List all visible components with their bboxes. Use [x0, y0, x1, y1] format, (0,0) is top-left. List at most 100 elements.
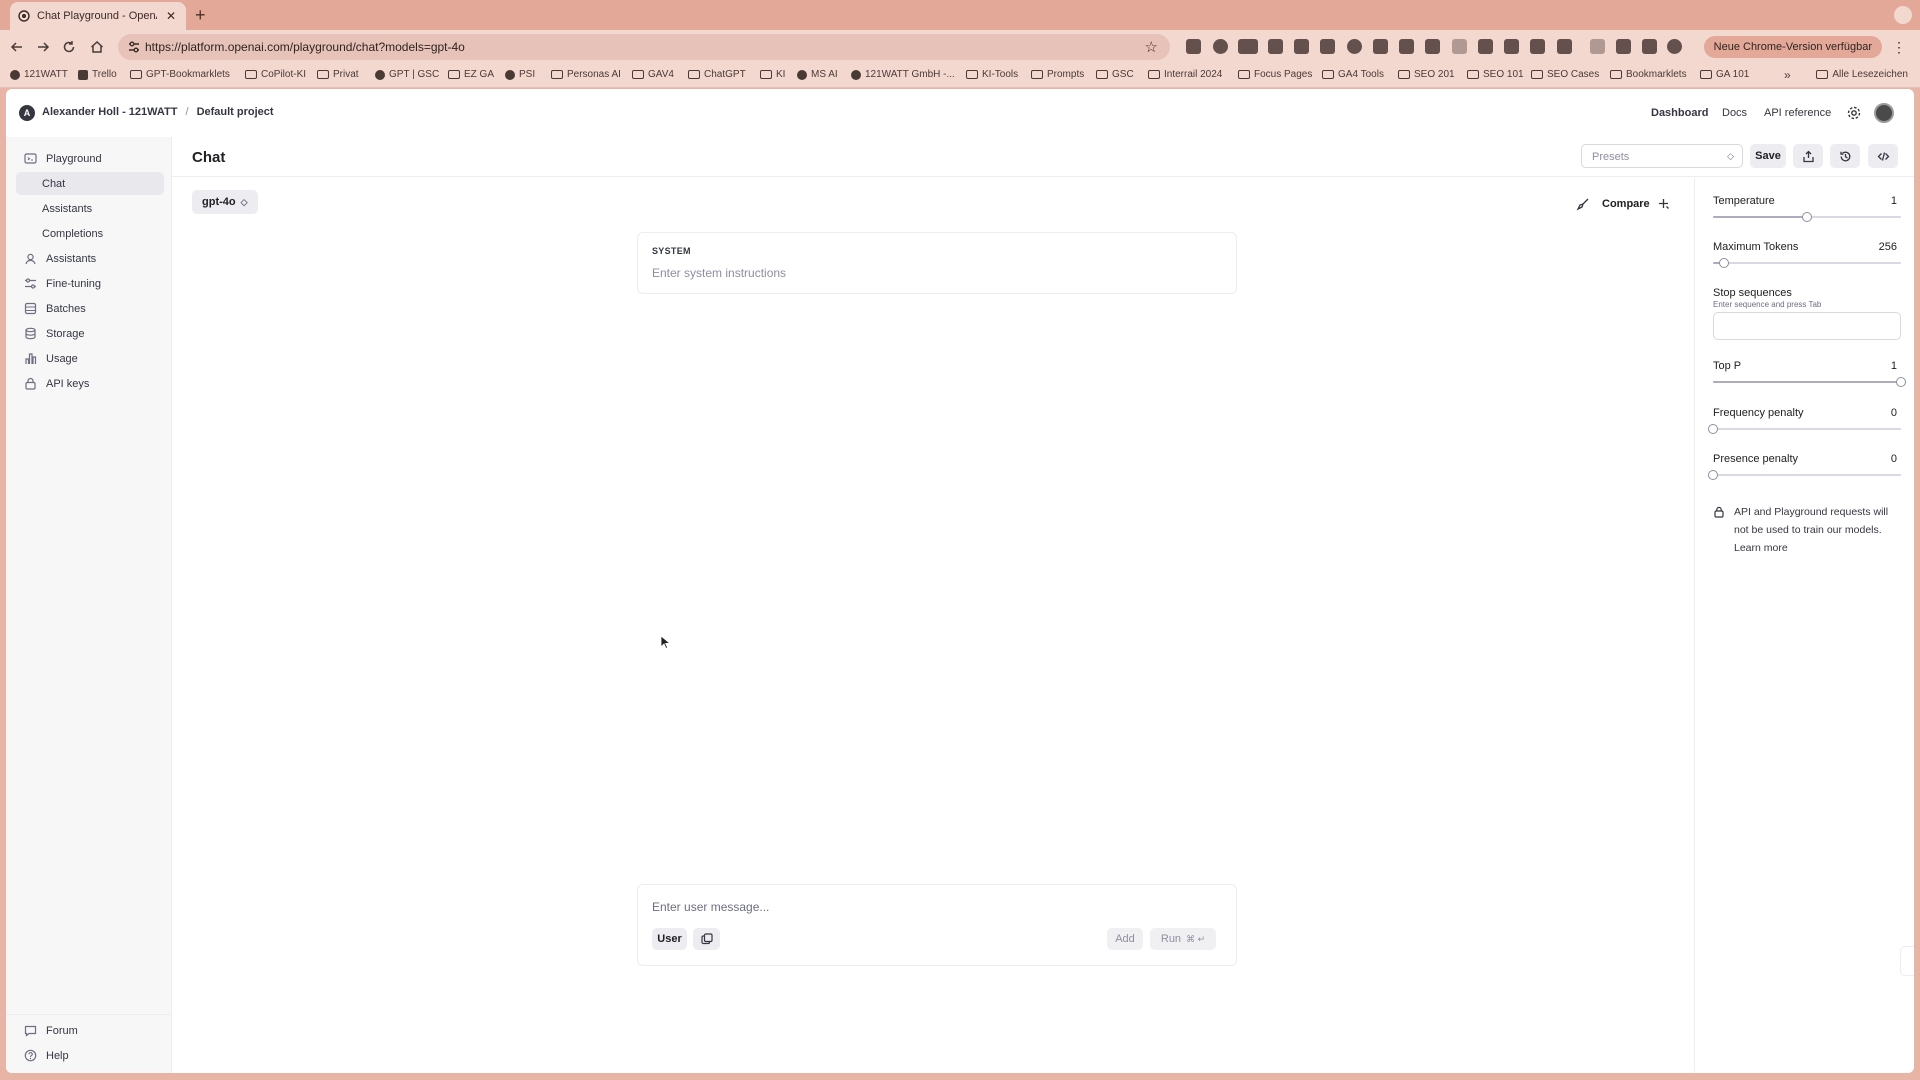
bookmark-item[interactable]: 121WATT: [10, 69, 68, 80]
bookmark-item[interactable]: Focus Pages: [1238, 69, 1312, 80]
bookmark-star-icon[interactable]: ☆: [1145, 38, 1158, 56]
slider-thumb[interactable]: [1896, 377, 1906, 387]
top-p-value[interactable]: 1: [1891, 360, 1897, 372]
bookmark-item[interactable]: Prompts: [1031, 69, 1084, 80]
role-toggle-button[interactable]: User: [652, 928, 687, 950]
clear-chat-icon[interactable]: [1576, 197, 1590, 211]
bookmark-item[interactable]: GPT-Bookmarklets: [130, 69, 230, 80]
org-name[interactable]: Alexander Holl - 121WATT: [42, 106, 178, 118]
bookmark-item[interactable]: SEO 101: [1467, 69, 1524, 80]
home-icon[interactable]: [89, 39, 105, 55]
run-button[interactable]: Run ⌘ ↵: [1150, 928, 1216, 950]
sidebar-item-storage[interactable]: Storage: [16, 322, 164, 345]
max-tokens-slider[interactable]: [1713, 258, 1901, 268]
docs-link[interactable]: Docs: [1722, 107, 1747, 119]
bookmark-item[interactable]: EZ GA: [448, 69, 494, 80]
extension-icon[interactable]: [1616, 39, 1631, 54]
site-settings-icon[interactable]: [126, 39, 142, 55]
slider-thumb[interactable]: [1719, 258, 1730, 268]
bookmark-item[interactable]: SEO 201: [1398, 69, 1455, 80]
extension-icon[interactable]: [1530, 39, 1545, 54]
bookmark-item[interactable]: Personas AI: [551, 69, 621, 80]
presence-penalty-value[interactable]: 0: [1891, 453, 1897, 465]
bookmark-item[interactable]: KI: [760, 69, 785, 80]
sidebar-item-chat[interactable]: Chat: [16, 172, 164, 195]
browser-tab[interactable]: Chat Playground - OpenAI API ✕: [10, 2, 186, 30]
top-p-slider[interactable]: [1713, 377, 1906, 387]
extension-icon[interactable]: [1186, 39, 1201, 54]
temperature-value[interactable]: 1: [1891, 195, 1897, 207]
presence-penalty-slider[interactable]: [1708, 470, 1901, 480]
bookmark-item[interactable]: Bookmarklets: [1610, 69, 1687, 80]
extension-icon[interactable]: [1238, 39, 1258, 54]
collapse-panel-handle[interactable]: [1900, 946, 1914, 976]
sidebar-item-assistants[interactable]: Assistants: [16, 247, 164, 270]
back-icon[interactable]: [9, 39, 25, 55]
chrome-menu-icon[interactable]: ⋮: [1892, 39, 1906, 55]
temperature-slider[interactable]: [1713, 212, 1901, 222]
save-button[interactable]: Save: [1750, 144, 1786, 168]
cast-icon[interactable]: [1590, 39, 1605, 54]
view-code-button[interactable]: [1868, 144, 1898, 168]
sidebar-item-fine-tuning[interactable]: Fine-tuning: [16, 272, 164, 295]
stop-sequences-input[interactable]: [1713, 312, 1901, 340]
download-icon[interactable]: [1642, 39, 1657, 54]
compare-button[interactable]: Compare: [1602, 197, 1670, 210]
attach-button[interactable]: [693, 928, 720, 950]
dashboard-link[interactable]: Dashboard: [1651, 107, 1708, 119]
bookmark-item[interactable]: PSI: [505, 69, 535, 80]
bookmark-item[interactable]: 121WATT GmbH -...: [851, 69, 955, 80]
sidebar-item-playground[interactable]: Playground: [16, 147, 164, 170]
bookmark-item[interactable]: GSC: [1096, 69, 1134, 80]
profile-icon[interactable]: [1667, 39, 1682, 54]
extension-icon[interactable]: [1213, 39, 1228, 54]
sidebar-item-completions[interactable]: Completions: [16, 222, 164, 245]
bookmark-item[interactable]: CoPilot-KI: [245, 69, 306, 80]
slider-thumb[interactable]: [1802, 212, 1812, 222]
bookmark-item[interactable]: KI-Tools: [966, 69, 1018, 80]
tab-search-icon[interactable]: [1894, 6, 1912, 24]
presets-select[interactable]: Presets ◇: [1581, 144, 1743, 168]
forward-icon[interactable]: [35, 39, 51, 55]
new-tab-icon[interactable]: +: [195, 5, 206, 25]
reload-icon[interactable]: [61, 39, 77, 55]
extension-icon[interactable]: [1320, 39, 1335, 54]
extension-icon[interactable]: [1268, 39, 1283, 54]
sidebar-item-forum[interactable]: Forum: [16, 1019, 164, 1042]
address-bar[interactable]: https://platform.openai.com/playground/c…: [118, 34, 1170, 60]
learn-more-link[interactable]: Learn more: [1734, 542, 1788, 554]
system-instructions-box[interactable]: SYSTEM Enter system instructions: [637, 232, 1237, 294]
bookmark-item[interactable]: MS AI: [797, 69, 838, 80]
extension-icon[interactable]: [1452, 39, 1467, 54]
model-select[interactable]: gpt-4o ◇: [192, 190, 258, 214]
chrome-update-button[interactable]: Neue Chrome-Version verfügbar: [1703, 36, 1882, 58]
all-bookmarks-button[interactable]: Alle Lesezeichen: [1816, 69, 1908, 80]
bookmark-item[interactable]: GPT | GSC: [375, 69, 439, 80]
sidebar-item-help[interactable]: Help: [16, 1044, 164, 1067]
project-name[interactable]: Default project: [197, 106, 274, 118]
api-reference-link[interactable]: API reference: [1764, 107, 1831, 119]
user-message-input[interactable]: Enter user message...: [652, 900, 769, 914]
extension-icon[interactable]: [1478, 39, 1493, 54]
max-tokens-value[interactable]: 256: [1879, 241, 1897, 253]
extension-icon[interactable]: [1504, 39, 1519, 54]
extension-icon[interactable]: [1373, 39, 1388, 54]
add-message-button[interactable]: Add: [1107, 928, 1143, 950]
org-avatar[interactable]: A: [19, 105, 35, 121]
bookmark-item[interactable]: GAV4: [632, 69, 674, 80]
history-button[interactable]: [1830, 144, 1860, 168]
user-avatar[interactable]: [1874, 103, 1894, 123]
sidebar-item-api-keys[interactable]: API keys: [16, 372, 164, 395]
share-button[interactable]: [1793, 144, 1823, 168]
sidebar-item-batches[interactable]: Batches: [16, 297, 164, 320]
close-tab-icon[interactable]: ✕: [164, 9, 178, 23]
sidebar-item-usage[interactable]: Usage: [16, 347, 164, 370]
slider-thumb[interactable]: [1708, 424, 1718, 434]
bookmark-item[interactable]: GA 101: [1700, 69, 1749, 80]
slider-thumb[interactable]: [1708, 470, 1718, 480]
extension-icon[interactable]: [1294, 39, 1309, 54]
more-bookmarks-icon[interactable]: »: [1784, 68, 1791, 82]
settings-gear-icon[interactable]: [1846, 105, 1862, 121]
system-instructions-input[interactable]: Enter system instructions: [652, 266, 786, 280]
bookmark-item[interactable]: SEO Cases: [1531, 69, 1599, 80]
